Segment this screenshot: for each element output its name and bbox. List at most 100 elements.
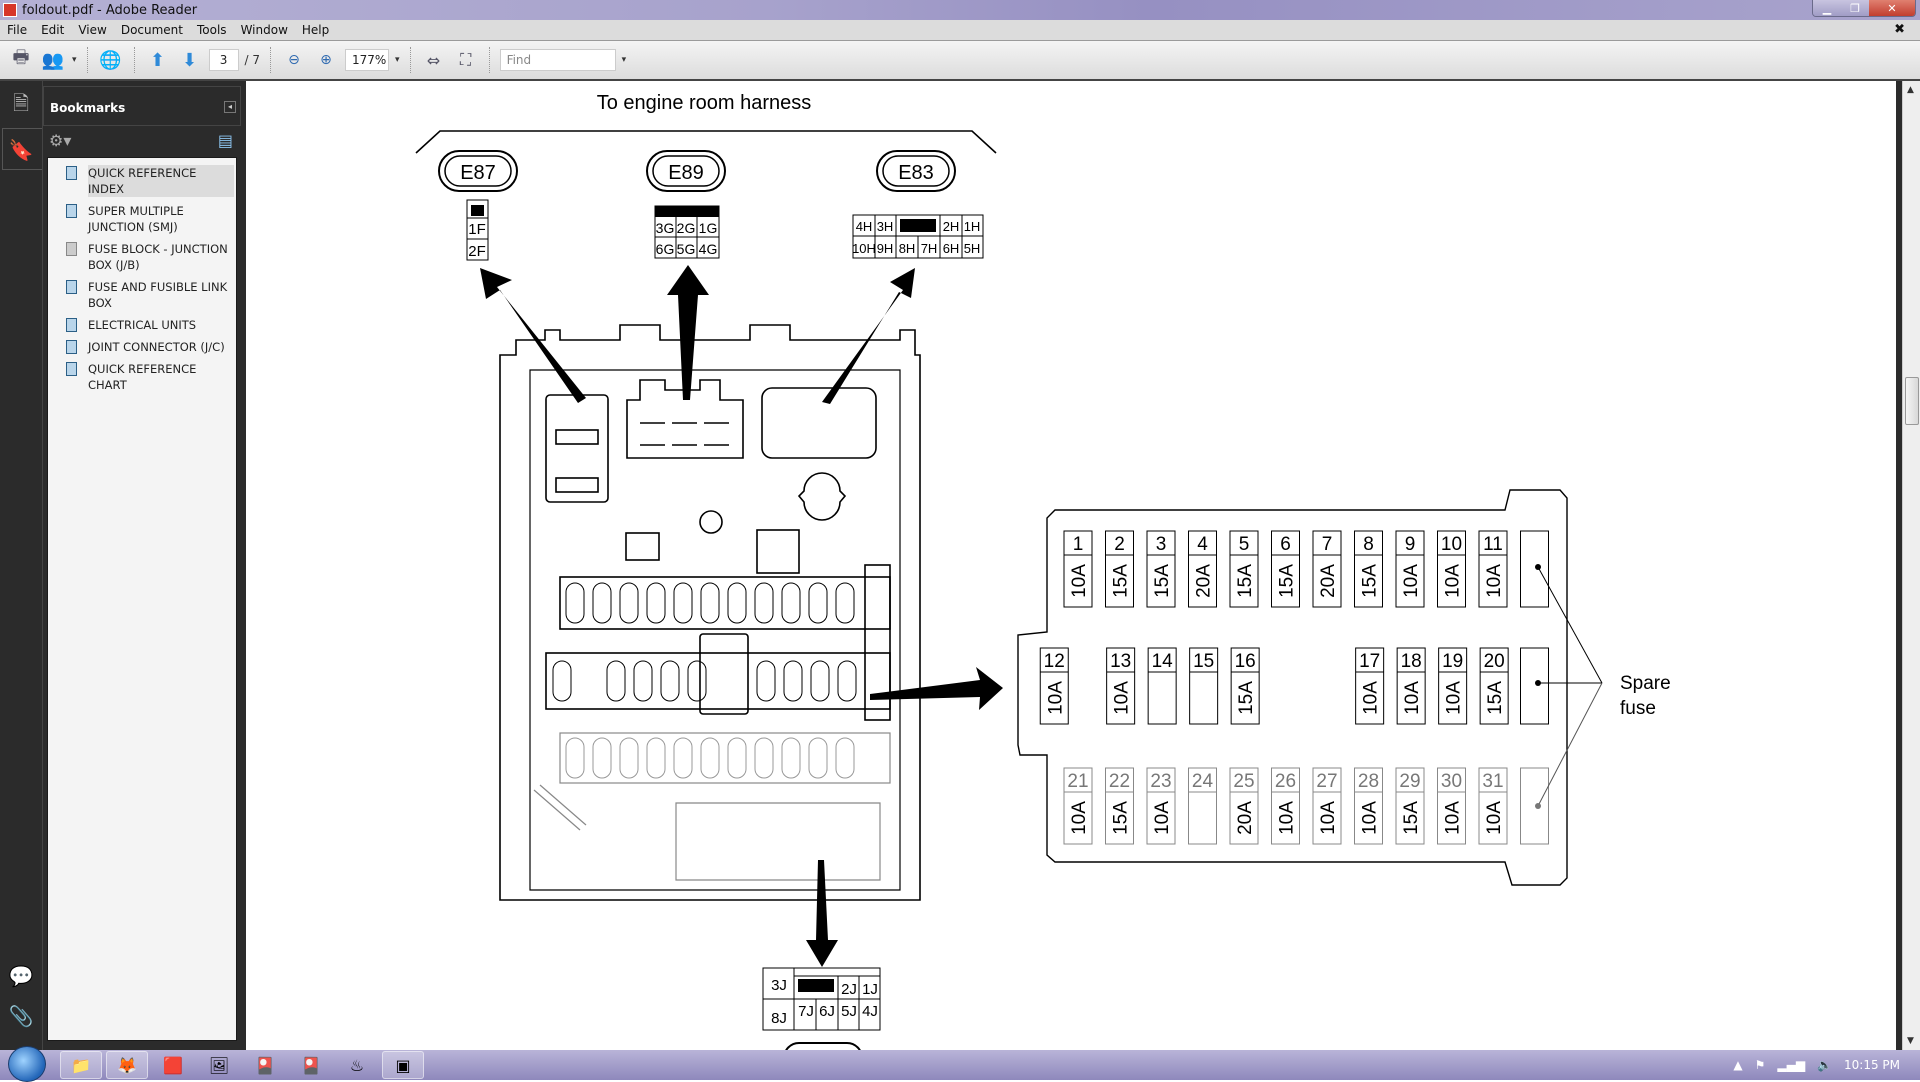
taskbar-steam-icon[interactable]: ♨ <box>336 1051 378 1079</box>
menu-edit[interactable]: Edit <box>34 23 71 37</box>
svg-text:1G: 1G <box>699 220 718 236</box>
fuse-slot: 1910A <box>1438 647 1468 725</box>
fuse-amperage: 15A <box>1152 564 1173 598</box>
svg-text:9H: 9H <box>877 241 894 256</box>
zoom-in-icon[interactable]: ⊕ <box>313 47 339 73</box>
title-bar: foldout.pdf - Adobe Reader ▁ ❐ ✕ <box>0 0 1920 20</box>
zoom-dropdown[interactable]: ▾ <box>395 55 400 65</box>
close-document-icon[interactable]: ✖ <box>1887 22 1912 37</box>
minimize-button[interactable]: ▁ <box>1813 0 1841 16</box>
fuse-amperage: 20A <box>1318 564 1339 598</box>
bookmark-icon <box>66 242 77 256</box>
menu-window[interactable]: Window <box>234 23 295 37</box>
vertical-scrollbar[interactable]: ▲ ▼ <box>1902 81 1920 1050</box>
fuse-number: 2 <box>1114 534 1125 555</box>
harness-bracket <box>415 130 997 154</box>
bookmark-item[interactable]: ELECTRICAL UNITS <box>48 314 236 336</box>
svg-text:3H: 3H <box>877 219 894 234</box>
junction-box-fuse-slot <box>810 660 830 702</box>
fuse-number: 21 <box>1067 771 1088 792</box>
bookmarks-toolbar: ⚙▾ ▤ <box>43 127 241 157</box>
bookmark-item[interactable]: SUPER MULTIPLE JUNCTION (SMJ) <box>48 200 236 238</box>
menu-view[interactable]: View <box>71 23 113 37</box>
fuse-slot: 3010A <box>1437 767 1466 845</box>
fuse-amperage: 10A <box>1069 564 1090 598</box>
fuse-number: 26 <box>1275 771 1296 792</box>
show-hidden-icons[interactable]: ▲ <box>1733 1058 1742 1072</box>
junction-box-fuse-slot <box>808 582 828 624</box>
pages-icon[interactable]: 🗎 <box>8 91 34 121</box>
find-dropdown[interactable]: ▾ <box>622 55 627 65</box>
volume-icon[interactable]: 🔈 <box>1817 1058 1832 1072</box>
scrollbar-thumb[interactable] <box>1905 377 1919 425</box>
fuse-slot: 615A <box>1271 530 1300 608</box>
menu-help[interactable]: Help <box>295 23 336 37</box>
taskbar-windows-explorer-icon[interactable]: 📁 <box>60 1051 102 1079</box>
zoom-out-icon[interactable]: ⊖ <box>281 47 307 73</box>
taskbar-icon-editor-icon[interactable]: ▣ <box>382 1051 424 1079</box>
bookmark-icon <box>66 340 77 354</box>
scroll-up-arrow[interactable]: ▲ <box>1907 85 1914 95</box>
connector-bottom-pinout: 3J 2J 1J 8J 7J 6J 5J 4J <box>762 967 881 1074</box>
page-number-input[interactable]: 3 <box>208 49 239 71</box>
junction-box-fuse-slot <box>756 660 776 702</box>
fuse-amperage: 15A <box>1111 564 1132 598</box>
menu-tools[interactable]: Tools <box>190 23 234 37</box>
fit-width-icon[interactable]: ⇔ <box>421 47 447 73</box>
svg-text:2F: 2F <box>468 243 486 260</box>
fuse-amperage: 15A <box>1277 564 1298 598</box>
start-button[interactable] <box>8 1046 46 1082</box>
clock[interactable]: 10:15 PM <box>1844 1058 1900 1072</box>
options-gear-icon[interactable]: ⚙▾ <box>49 131 71 150</box>
find-input[interactable]: Find <box>499 49 616 71</box>
fuse-number: 13 <box>1110 651 1131 672</box>
close-window-button[interactable]: ✕ <box>1869 0 1915 16</box>
bookmark-item[interactable]: QUICK REFERENCE CHART <box>48 358 236 396</box>
collapse-panel-button[interactable]: ◂ <box>224 101 236 113</box>
junction-box-fuse-slot <box>565 582 585 624</box>
collaborate-icon[interactable]: 👥 <box>40 47 66 73</box>
next-page-icon[interactable]: ⬇ <box>177 47 203 73</box>
menu-file[interactable]: File <box>0 23 34 37</box>
junction-box-fuse-slot <box>783 660 803 702</box>
fuse-slot: 1210A <box>1039 647 1069 725</box>
scroll-down-arrow[interactable]: ▼ <box>1907 1036 1914 1046</box>
zoom-level-input[interactable]: 177% <box>345 49 390 71</box>
svg-text:1F: 1F <box>468 221 486 238</box>
previous-page-icon[interactable]: ⬆ <box>145 47 171 73</box>
bookmarks-icon[interactable]: 🔖 <box>8 135 34 165</box>
junction-box-fuse-slot <box>835 737 855 779</box>
pdf-page: To engine room harness E87 E89 E83 1F 2F… <box>246 81 1896 1074</box>
web-share-icon[interactable]: 🌐 <box>98 47 124 73</box>
network-icon[interactable]: ▂▄▆ <box>1777 1058 1805 1072</box>
fuse-number: 18 <box>1401 651 1422 672</box>
fuse-slot: 1110A <box>1478 530 1508 608</box>
comments-icon[interactable]: 💬 <box>8 961 34 991</box>
svg-text:3G: 3G <box>656 220 675 236</box>
bookmark-item[interactable]: FUSE AND FUSIBLE LINK BOX <box>48 276 236 314</box>
maximize-button[interactable]: ❐ <box>1841 0 1869 16</box>
taskbar-picture-viewer-icon[interactable]: 🖼 <box>198 1051 240 1079</box>
bookmark-item[interactable]: JOINT CONNECTOR (J/C) <box>48 336 236 358</box>
fuse-slot: 2810A <box>1354 767 1383 845</box>
fuse-slot <box>1520 647 1549 725</box>
svg-text:7J: 7J <box>798 1003 814 1020</box>
action-center-flag-icon[interactable]: ⚑ <box>1755 1058 1766 1072</box>
bookmark-item[interactable]: FUSE BLOCK - JUNCTION BOX (J/B) <box>48 238 236 276</box>
svg-text:4H: 4H <box>856 219 873 234</box>
fit-page-icon[interactable]: ⛶ <box>453 47 479 73</box>
taskbar-firefox-icon[interactable]: 🦊 <box>106 1051 148 1079</box>
print-icon[interactable]: 🖶 <box>8 47 34 73</box>
menu-document[interactable]: Document <box>114 23 190 37</box>
arrow-to-e83 <box>822 268 915 404</box>
junction-box-fuse-slot <box>673 582 693 624</box>
bookmark-item[interactable]: QUICK REFERENCE INDEX <box>48 162 236 200</box>
attachments-icon[interactable]: 📎 <box>8 1001 34 1031</box>
taskbar-app-5-icon[interactable]: 🎴 <box>244 1051 286 1079</box>
junction-box-fuse-slot <box>646 582 666 624</box>
collaborate-dropdown[interactable]: ▾ <box>72 55 77 65</box>
taskbar-app-6-icon[interactable]: 🎴 <box>290 1051 332 1079</box>
expand-bookmark-icon[interactable]: ▤ <box>218 131 233 150</box>
fuse-block-diagram: To engine room harness E87 E89 E83 1F 2F… <box>415 92 1671 1074</box>
taskbar-app-3-icon[interactable]: 🟥 <box>152 1051 194 1079</box>
